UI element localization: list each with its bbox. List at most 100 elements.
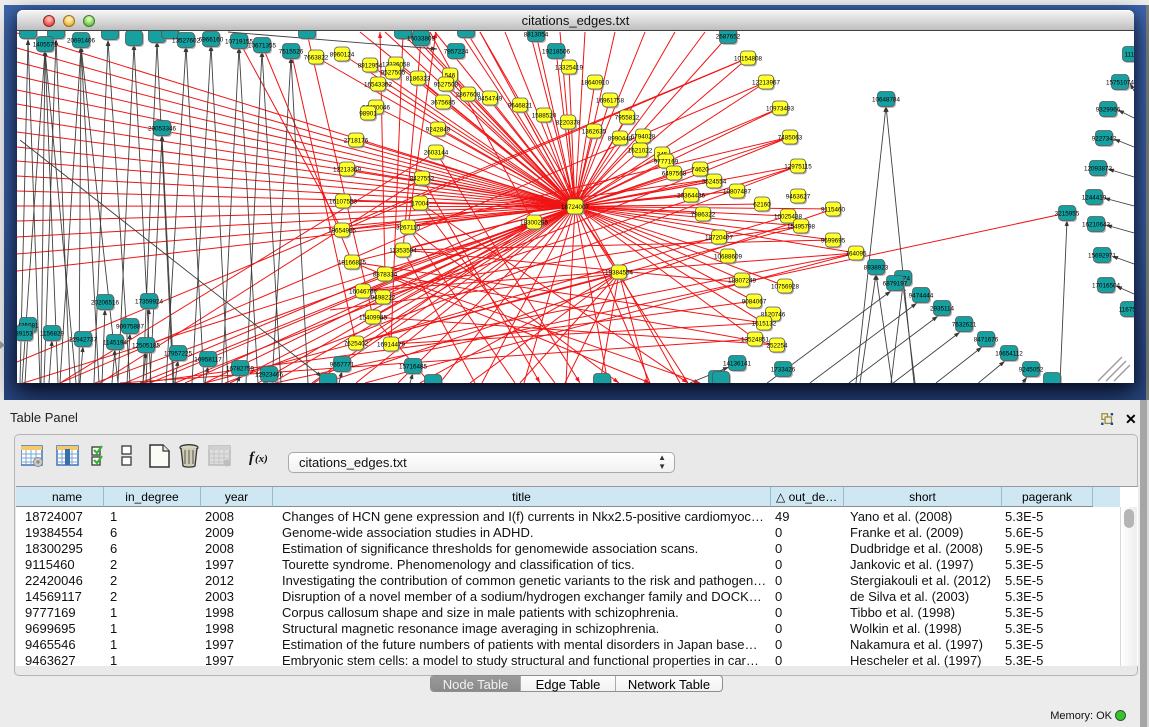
svg-text:9227342: 9227342 <box>1092 135 1117 142</box>
svg-text:3624554: 3624554 <box>702 178 727 185</box>
svg-text:7957224: 7957224 <box>444 48 469 55</box>
svg-text:9329966: 9329966 <box>1096 106 1121 113</box>
svg-text:90975887: 90975887 <box>116 323 145 330</box>
svg-text:9498222: 9498222 <box>371 294 396 301</box>
svg-text:19654985: 19654985 <box>328 227 357 234</box>
svg-text:9463627: 9463627 <box>786 193 811 200</box>
svg-text:12942737: 12942737 <box>69 336 98 343</box>
svg-text:9084067: 9084067 <box>742 298 767 305</box>
svg-text:164095: 164095 <box>845 250 867 257</box>
svg-text:20364436: 20364436 <box>677 192 706 199</box>
svg-text:9777169: 9777169 <box>654 158 679 165</box>
svg-text:10756928: 10756928 <box>771 283 800 290</box>
svg-text:7632621: 7632621 <box>952 321 977 328</box>
svg-text:12975115: 12975115 <box>784 163 812 170</box>
svg-text:7986322: 7986322 <box>691 211 716 218</box>
svg-text:1117: 1117 <box>1124 51 1134 58</box>
svg-text:9657771: 9657771 <box>330 361 355 368</box>
svg-text:6794028: 6794028 <box>631 133 656 140</box>
svg-text:15495798: 15495798 <box>787 223 816 230</box>
svg-text:1145194: 1145194 <box>103 339 128 346</box>
svg-text:16210643: 16210643 <box>1082 221 1111 228</box>
svg-text:8878334: 8878334 <box>373 271 398 278</box>
svg-text:3675685: 3675685 <box>431 99 456 106</box>
svg-text:10958117: 10958117 <box>194 356 222 363</box>
svg-text:39153: 39153 <box>17 330 33 337</box>
svg-text:13524851: 13524851 <box>741 336 770 343</box>
svg-text:7485063: 7485063 <box>778 134 803 141</box>
svg-text:1405571: 1405571 <box>33 41 58 48</box>
svg-text:13527602: 13527602 <box>172 37 201 44</box>
svg-text:8471676: 8471676 <box>974 336 999 343</box>
svg-text:62160: 62160 <box>753 201 771 208</box>
svg-text:9527508: 9527508 <box>434 81 459 88</box>
svg-text:1588520: 1588520 <box>532 112 557 119</box>
svg-text:6966160: 6966160 <box>199 36 224 43</box>
svg-text:17957225: 17957225 <box>164 350 193 357</box>
svg-text:7955812: 7955812 <box>615 114 640 121</box>
svg-text:8186323: 8186323 <box>406 75 431 82</box>
svg-text:2935114: 2935114 <box>930 305 955 312</box>
svg-text:116753: 116753 <box>1119 306 1134 313</box>
svg-text:17359924: 17359924 <box>135 298 164 305</box>
svg-text:10688609: 10688609 <box>714 253 743 260</box>
svg-text:7663822: 7663822 <box>304 54 329 61</box>
svg-text:1621022: 1621022 <box>628 147 653 154</box>
svg-text:15409945: 15409945 <box>359 314 388 321</box>
svg-text:1733426: 1733426 <box>771 366 796 373</box>
svg-text:14136141: 14136141 <box>723 360 752 367</box>
svg-text:16107553: 16107553 <box>329 198 358 205</box>
svg-text:8990448: 8990448 <box>608 135 633 142</box>
svg-text:74620: 74620 <box>691 166 709 173</box>
svg-text:15692971: 15692971 <box>1088 252 1117 259</box>
svg-text:6497568: 6497568 <box>662 170 687 177</box>
svg-text:16782759: 16782759 <box>226 365 255 372</box>
svg-text:2718176: 2718176 <box>344 137 369 144</box>
svg-text:16914479: 16914479 <box>377 341 406 348</box>
svg-text:9242848: 9242848 <box>426 126 451 133</box>
svg-text:17016504: 17016504 <box>1092 282 1121 289</box>
svg-text:12213967: 12213967 <box>752 79 781 86</box>
svg-text:12505185: 12505185 <box>132 342 161 349</box>
svg-text:20206516: 20206516 <box>91 299 120 306</box>
svg-text:8960124: 8960124 <box>330 51 355 58</box>
svg-text:1156829: 1156829 <box>40 330 65 337</box>
svg-text:10671355: 10671355 <box>248 42 277 49</box>
svg-text:12923466: 12923466 <box>255 371 284 378</box>
svg-text:9527505: 9527505 <box>381 69 406 76</box>
svg-text:8427552: 8427552 <box>410 175 435 182</box>
svg-text:7625402: 7625402 <box>344 340 369 347</box>
svg-text:16961758: 16961758 <box>596 97 625 104</box>
svg-text:18720407: 18720407 <box>705 234 734 241</box>
svg-text:15716485: 15716485 <box>399 363 428 370</box>
svg-text:12213369: 12213369 <box>333 166 362 173</box>
svg-text:8912954: 8912954 <box>358 62 383 69</box>
svg-text:252254: 252254 <box>766 342 788 349</box>
svg-text:3267110: 3267110 <box>396 224 421 231</box>
svg-text:11353594: 11353594 <box>389 247 417 254</box>
svg-text:8813054: 8813054 <box>524 31 549 38</box>
svg-text:8938923: 8938923 <box>864 264 889 271</box>
svg-text:8454749: 8454749 <box>478 95 503 102</box>
svg-text:20691406: 20691406 <box>67 37 96 44</box>
svg-text:19384554: 19384554 <box>605 269 634 276</box>
svg-text:(x): (x) <box>255 453 268 465</box>
svg-text:3215955: 3215955 <box>1055 210 1080 217</box>
svg-text:1615132: 1615132 <box>752 320 777 327</box>
svg-text:10654112: 10654112 <box>995 350 1023 357</box>
svg-text:7515526: 7515526 <box>279 48 304 55</box>
svg-text:17004: 17004 <box>411 200 429 207</box>
svg-text:9699695: 9699695 <box>821 237 846 244</box>
svg-text:29053346: 29053346 <box>148 125 177 132</box>
svg-text:16543362: 16543362 <box>364 81 393 88</box>
svg-text:9474444: 9474444 <box>909 292 934 299</box>
svg-text:9646821: 9646821 <box>508 102 533 109</box>
svg-text:10973493: 10973493 <box>766 105 795 112</box>
svg-text:18807249: 18807249 <box>728 277 757 284</box>
svg-text:2687652: 2687652 <box>716 33 741 40</box>
svg-text:12093873: 12093873 <box>1084 165 1113 172</box>
svg-text:1244419: 1244419 <box>1082 194 1107 201</box>
svg-text:18724007: 18724007 <box>561 204 590 211</box>
svg-text:18640910: 18640910 <box>581 79 610 86</box>
svg-text:1362635: 1362635 <box>582 128 607 135</box>
